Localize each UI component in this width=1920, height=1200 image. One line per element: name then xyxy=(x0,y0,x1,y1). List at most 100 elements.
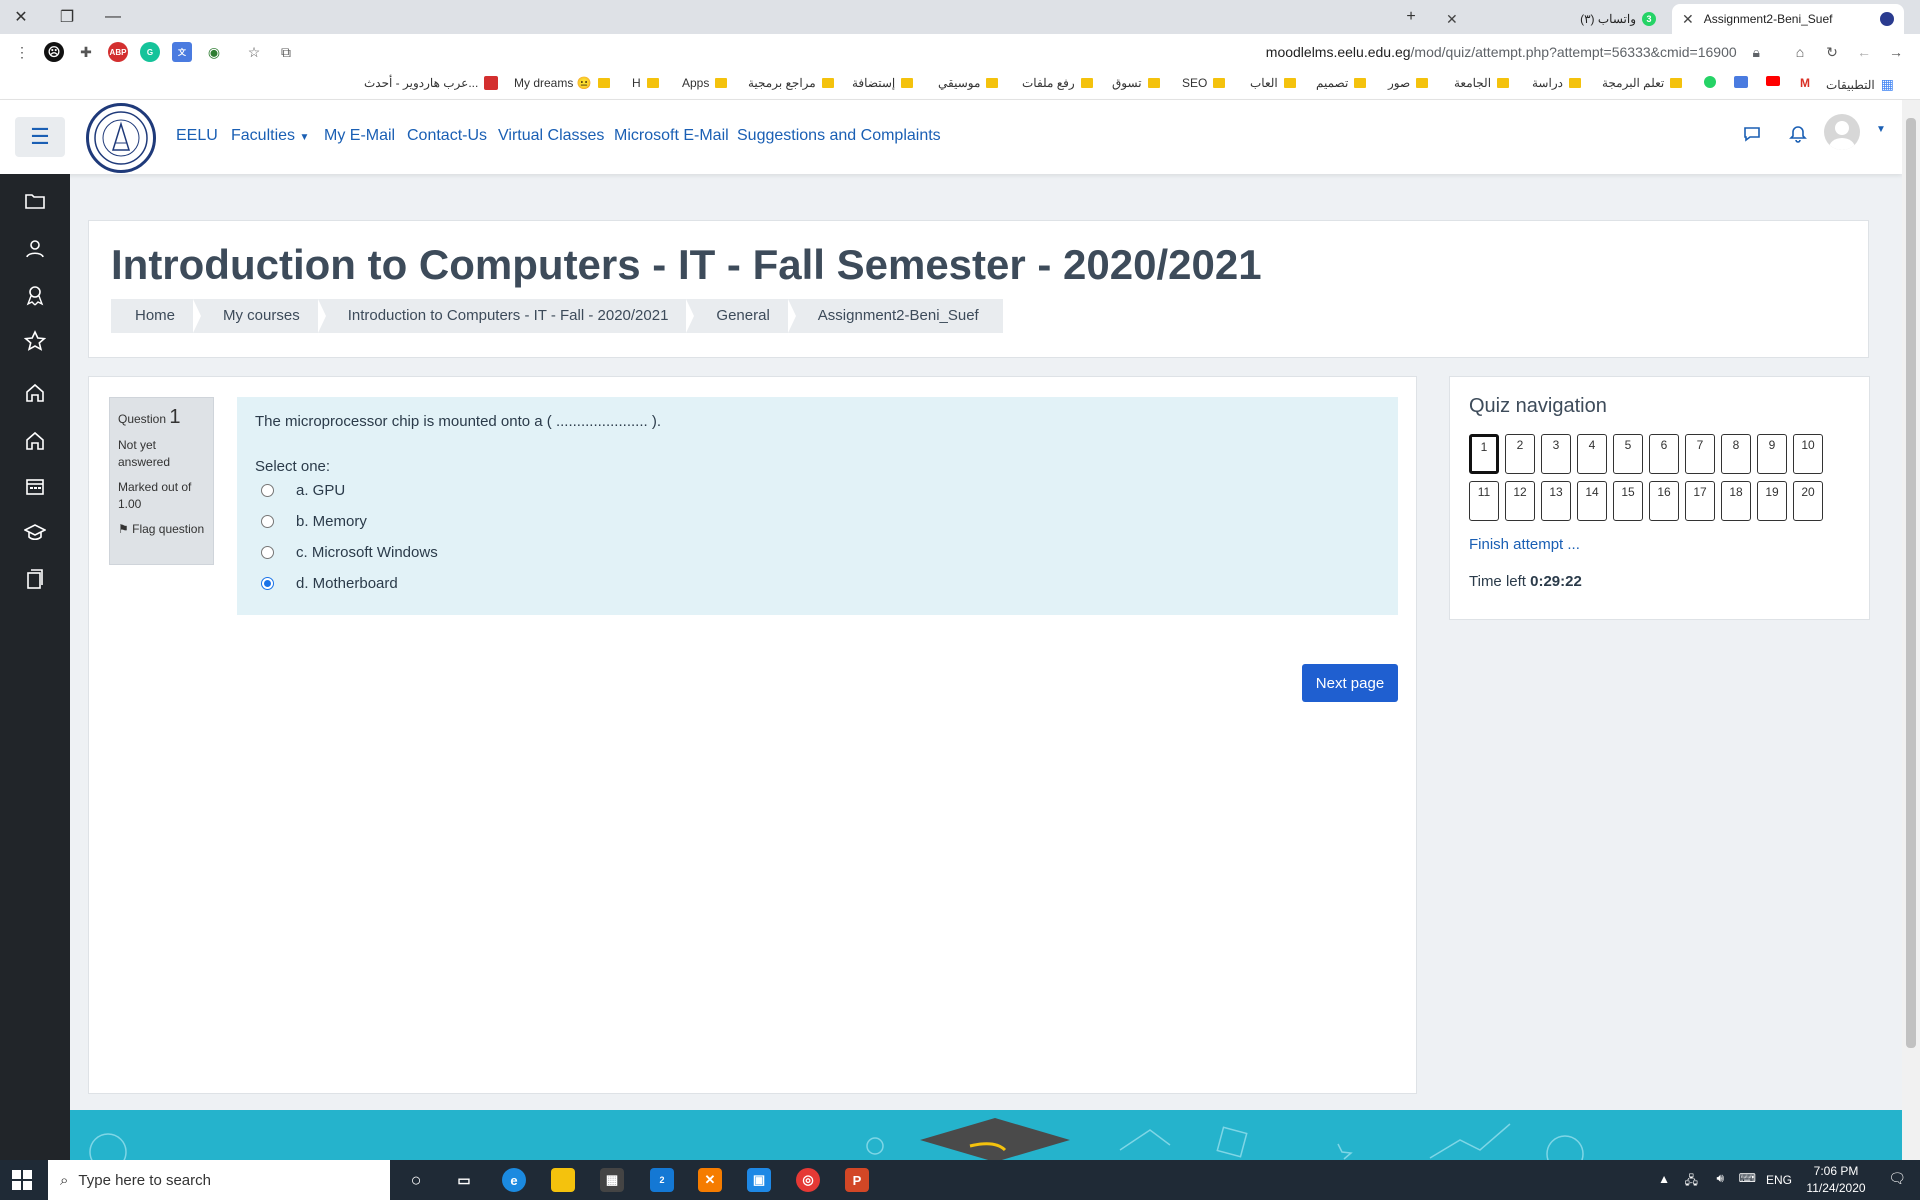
quiz-nav-button[interactable]: 2 xyxy=(1505,434,1535,474)
hamburger-menu-icon[interactable]: ☰ xyxy=(15,117,65,157)
competencies-star-icon[interactable] xyxy=(22,328,48,354)
quiz-nav-button[interactable]: 13 xyxy=(1541,481,1571,521)
nav-faculties[interactable]: Faculties ▼ xyxy=(231,127,309,145)
quiz-nav-button[interactable]: 14 xyxy=(1577,481,1607,521)
quiz-nav-button[interactable]: 3 xyxy=(1541,434,1571,474)
radio-button[interactable] xyxy=(261,515,274,528)
tab-whatsapp[interactable]: ✕ (٣) واتساب 3 xyxy=(1436,4,1666,34)
notifications-bell-icon[interactable] xyxy=(1788,124,1808,150)
site-home-icon[interactable] xyxy=(22,428,48,454)
window-minimize-icon[interactable]: — xyxy=(100,4,126,30)
bookmark-folder[interactable]: دراسة xyxy=(1532,76,1581,90)
bookmark-folder[interactable]: تسوق xyxy=(1112,76,1160,90)
radio-button[interactable] xyxy=(261,484,274,497)
answer-option-a[interactable]: a. GPU xyxy=(261,482,345,499)
store-icon[interactable]: ▦ xyxy=(600,1168,624,1192)
url-field[interactable]: moodlelms.eelu.edu.eg/mod/quiz/attempt.p… xyxy=(1266,44,1760,61)
bookmark-folder[interactable]: تعلم البرمجة xyxy=(1602,76,1683,90)
bookmark-folder[interactable]: إستضافة xyxy=(852,76,914,90)
bookmark-folder[interactable]: رفع ملفات xyxy=(1022,76,1093,90)
breadcrumb-home[interactable]: Home xyxy=(111,299,202,333)
user-menu-caret-icon[interactable]: ▼ xyxy=(1876,124,1886,135)
quiz-nav-button[interactable]: 6 xyxy=(1649,434,1679,474)
nav-eelu[interactable]: EELU xyxy=(176,127,218,145)
nav-microsoft-email[interactable]: Microsoft E-Mail xyxy=(614,127,729,145)
bookmark-folder[interactable]: صور xyxy=(1388,76,1429,90)
tab-close-icon[interactable]: ✕ xyxy=(1446,11,1458,28)
powerpoint-icon[interactable]: P xyxy=(845,1168,869,1192)
bookmark-folder[interactable]: العاب xyxy=(1250,76,1296,90)
window-close-icon[interactable]: ✕ xyxy=(8,4,34,30)
bookmark-folder[interactable]: الجامعة xyxy=(1454,76,1510,90)
new-tab-icon[interactable]: + xyxy=(1398,4,1424,30)
nav-virtual-classes[interactable]: Virtual Classes xyxy=(498,127,604,145)
clock[interactable]: 7:06 PM 11/24/2020 xyxy=(1804,1164,1868,1195)
breadcrumb-general[interactable]: General xyxy=(692,299,797,333)
grammarly-icon[interactable]: G xyxy=(140,42,160,62)
bookmark-folder[interactable]: My dreams 😐 xyxy=(514,76,610,90)
bookmark-arabhardware[interactable]: عرب هاردوير - أحدث... xyxy=(364,76,499,90)
file-explorer-icon[interactable] xyxy=(551,1168,575,1192)
windows-start-icon[interactable] xyxy=(12,1170,32,1190)
bookmark-folder[interactable]: موسيقي xyxy=(938,76,999,90)
xampp-icon[interactable]: ✕ xyxy=(698,1168,722,1192)
quiz-nav-button[interactable]: 9 xyxy=(1757,434,1787,474)
translate-bookmark-icon[interactable] xyxy=(1734,76,1748,88)
window-restore-icon[interactable]: ❐ xyxy=(54,4,80,30)
taskbar-search[interactable]: ⌕ Type here to search xyxy=(48,1160,390,1200)
breadcrumb-course[interactable]: Introduction to Computers - IT - Fall - … xyxy=(324,299,695,333)
content-bank-icon[interactable] xyxy=(22,566,48,592)
volume-icon[interactable]: 🔊︎ xyxy=(1716,1171,1724,1186)
adblock-icon[interactable]: ABP xyxy=(108,42,128,62)
calendar-icon[interactable] xyxy=(22,473,48,499)
user-avatar[interactable] xyxy=(1824,114,1860,150)
extension-globe-icon[interactable]: ◉ xyxy=(204,42,224,62)
course-home-icon[interactable] xyxy=(22,380,48,406)
university-logo[interactable] xyxy=(86,103,156,173)
page-scrollbar[interactable] xyxy=(1902,100,1920,1160)
gmail-icon[interactable]: M xyxy=(1800,76,1810,90)
nav-contact-us[interactable]: Contact-Us xyxy=(407,127,487,145)
answer-option-c[interactable]: c. Microsoft Windows xyxy=(261,544,438,561)
language-indicator[interactable]: ENG xyxy=(1766,1173,1792,1187)
quiz-nav-button[interactable]: 20 xyxy=(1793,481,1823,521)
translate-page-icon[interactable]: ⧉ xyxy=(276,42,296,62)
network-icon[interactable]: 🖧︎ xyxy=(1685,1171,1698,1192)
quiz-nav-button[interactable]: 12 xyxy=(1505,481,1535,521)
home-icon[interactable]: ⌂ xyxy=(1790,42,1810,62)
bookmark-folder[interactable]: H xyxy=(632,76,659,90)
messages-icon[interactable] xyxy=(1742,124,1762,150)
quiz-nav-button[interactable]: 7 xyxy=(1685,434,1715,474)
bookmark-folder[interactable]: مراجع برمجية xyxy=(748,76,834,90)
folder-icon[interactable] xyxy=(22,188,48,214)
answer-option-b[interactable]: b. Memory xyxy=(261,513,367,530)
breadcrumb-assignment[interactable]: Assignment2-Beni_Suef xyxy=(794,299,1003,333)
tab-assignment[interactable]: ✕ Assignment2-Beni_Suef xyxy=(1672,4,1904,34)
tray-arrow-icon[interactable]: ▲ xyxy=(1658,1172,1670,1186)
scrollbar-thumb[interactable] xyxy=(1906,118,1916,1048)
tab-close-icon[interactable]: ✕ xyxy=(1682,11,1694,28)
youtube-icon[interactable] xyxy=(1766,76,1780,86)
participants-icon[interactable] xyxy=(22,235,48,261)
badges-icon[interactable] xyxy=(22,282,48,308)
back-icon[interactable]: → xyxy=(1886,42,1906,62)
radio-button[interactable] xyxy=(261,546,274,559)
nav-my-email[interactable]: My E-Mail xyxy=(324,127,395,145)
quiz-nav-button[interactable]: 10 xyxy=(1793,434,1823,474)
cortana-icon[interactable]: ○ xyxy=(404,1168,428,1192)
mail-icon[interactable]: 2 xyxy=(650,1168,674,1192)
answer-option-d[interactable]: d. Motherboard xyxy=(261,575,398,592)
menu-dots-icon[interactable]: ⋮ xyxy=(12,42,32,62)
quiz-nav-button[interactable]: 17 xyxy=(1685,481,1715,521)
extensions-puzzle-icon[interactable]: ✚ xyxy=(76,42,96,62)
notifications-center-icon[interactable]: 🗨︎ xyxy=(1888,1170,1906,1187)
bookmark-folder[interactable]: تصميم xyxy=(1316,76,1367,90)
translate-icon[interactable]: 文 xyxy=(172,42,192,62)
bookmark-star-icon[interactable]: ☆ xyxy=(244,42,264,62)
bookmark-folder[interactable]: Apps xyxy=(682,76,728,90)
quiz-nav-button[interactable]: 19 xyxy=(1757,481,1787,521)
finish-attempt-link[interactable]: Finish attempt ... xyxy=(1469,536,1580,553)
reload-icon[interactable]: ↻ xyxy=(1822,42,1842,62)
quiz-nav-button[interactable]: 16 xyxy=(1649,481,1679,521)
graduation-cap-icon[interactable] xyxy=(22,520,48,546)
